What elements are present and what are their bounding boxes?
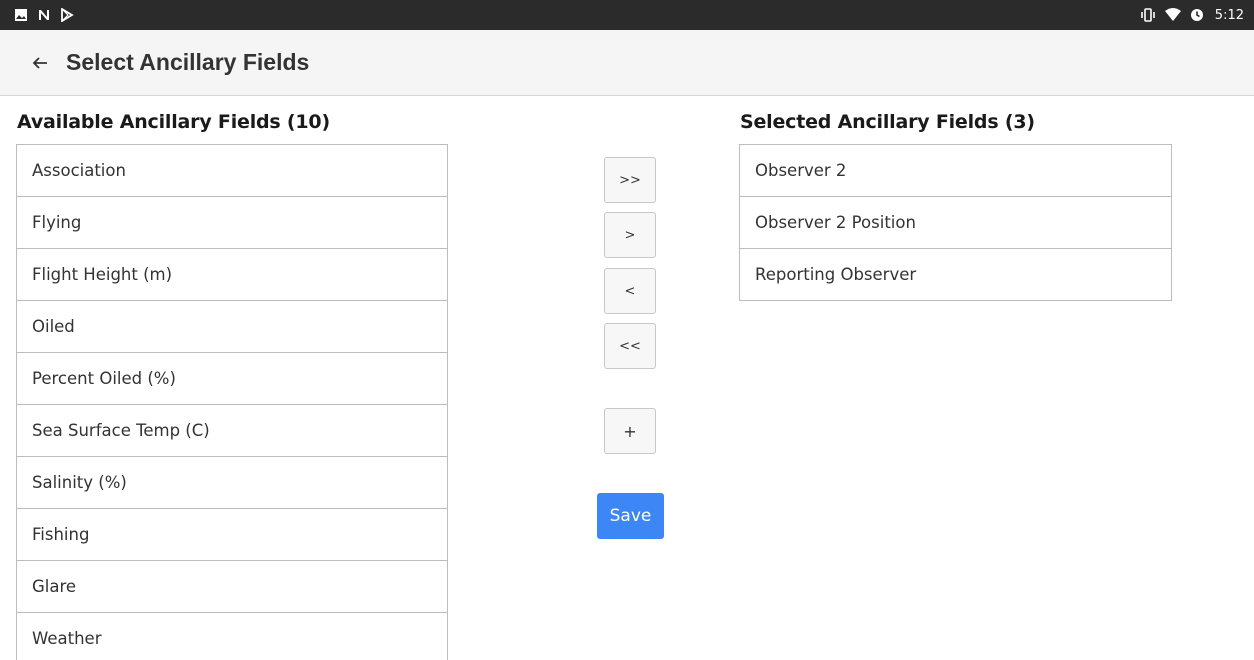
status-bar: 5:12: [0, 0, 1254, 30]
list-item[interactable]: Salinity (%): [17, 457, 447, 509]
list-item[interactable]: Reporting Observer: [740, 249, 1171, 301]
gallery-icon: [14, 8, 28, 22]
add-field-button[interactable]: +: [604, 408, 656, 454]
wifi-icon: [1164, 8, 1181, 22]
move-left-button[interactable]: <: [604, 268, 656, 314]
list-item[interactable]: Weather: [17, 613, 447, 660]
selected-list: Observer 2 Observer 2 Position Reporting…: [739, 144, 1172, 301]
list-item[interactable]: Oiled: [17, 301, 447, 353]
status-left-icons: [14, 8, 74, 22]
arrow-back-icon[interactable]: [28, 51, 52, 75]
list-item[interactable]: Sea Surface Temp (C): [17, 405, 447, 457]
save-button[interactable]: Save: [597, 493, 664, 539]
list-item[interactable]: Glare: [17, 561, 447, 613]
selected-heading: Selected Ancillary Fields (3): [740, 111, 1035, 133]
list-item[interactable]: Association: [17, 145, 447, 197]
available-list: Association Flying Flight Height (m) Oil…: [16, 144, 448, 660]
list-item[interactable]: Percent Oiled (%): [17, 353, 447, 405]
available-heading: Available Ancillary Fields (10): [17, 111, 330, 133]
list-item[interactable]: Flight Height (m): [17, 249, 447, 301]
list-item[interactable]: Flying: [17, 197, 447, 249]
status-time: 5:12: [1214, 7, 1244, 23]
move-all-left-button[interactable]: <<: [604, 323, 656, 369]
play-store-icon: [60, 8, 74, 22]
list-item[interactable]: Observer 2: [740, 145, 1171, 197]
list-item[interactable]: Observer 2 Position: [740, 197, 1171, 249]
list-item[interactable]: Fishing: [17, 509, 447, 561]
move-all-right-button[interactable]: >>: [604, 157, 656, 203]
page-title: Select Ancillary Fields: [66, 49, 310, 75]
clock-icon: [1190, 8, 1204, 22]
n-icon: [37, 8, 51, 22]
move-right-button[interactable]: >: [604, 212, 656, 258]
status-right-icons: 5:12: [1140, 8, 1244, 23]
app-bar: Select Ancillary Fields: [0, 30, 1254, 96]
vibrate-icon: [1140, 8, 1156, 22]
